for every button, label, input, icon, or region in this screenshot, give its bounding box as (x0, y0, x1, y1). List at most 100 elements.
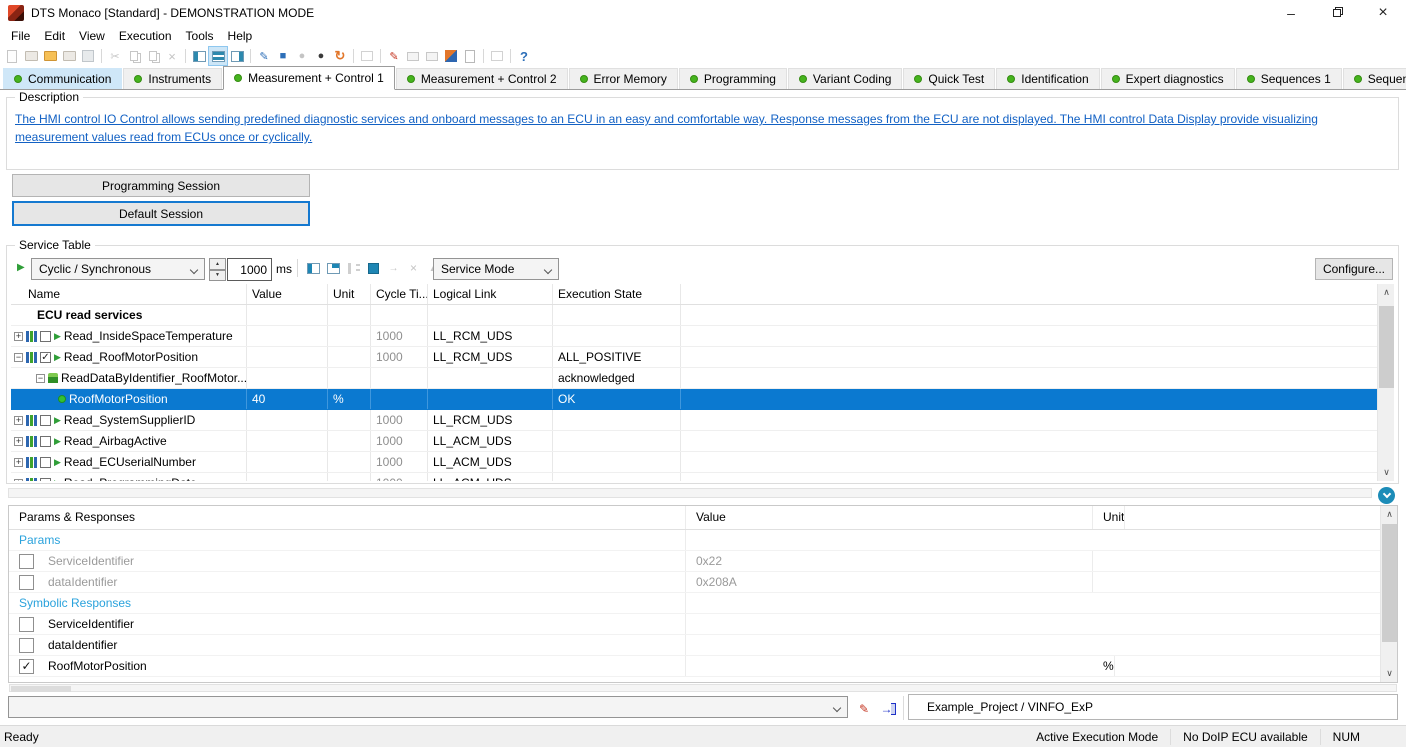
panel-top-icon[interactable] (325, 260, 342, 277)
param-checkbox[interactable] (19, 575, 34, 590)
delete-icon[interactable]: × (163, 47, 181, 65)
open-project-icon[interactable] (22, 47, 40, 65)
cycle-time-input[interactable] (227, 258, 272, 281)
expand-icon[interactable]: + (14, 437, 23, 446)
menu-help[interactable]: Help (221, 26, 260, 46)
tab-measurement-control-2[interactable]: Measurement + Control 2 (396, 68, 568, 89)
param-checkbox[interactable] (19, 554, 34, 569)
layout-rows-icon[interactable] (209, 47, 227, 65)
table-row[interactable]: − ReadDataByIdentifier_RoofMotor... ackn… (11, 368, 1377, 389)
row-checkbox[interactable] (40, 415, 51, 426)
response-row[interactable]: ServiceIdentifier (9, 614, 1397, 635)
tab-programming[interactable]: Programming (679, 68, 787, 89)
row-checkbox[interactable] (40, 331, 51, 342)
copy-icon[interactable] (125, 47, 143, 65)
menu-tools[interactable]: Tools (179, 26, 221, 46)
scroll-up-icon[interactable]: ∧ (1381, 506, 1398, 523)
param-row[interactable]: dataIdentifier 0x208A (9, 572, 1397, 593)
stepper-down-button[interactable]: ▼ (209, 270, 226, 282)
layout-left-icon[interactable] (190, 47, 208, 65)
table-scrollbar[interactable]: ∧ ∨ (1377, 284, 1394, 481)
open-workspace-icon[interactable] (41, 47, 59, 65)
marker-icon[interactable]: ✎ (385, 47, 403, 65)
scrollbar-thumb[interactable] (1379, 306, 1394, 388)
response-row[interactable]: dataIdentifier (9, 635, 1397, 656)
login-arrow-icon[interactable]: → (879, 700, 897, 718)
row-checkbox-checked[interactable]: ✓ (40, 352, 51, 363)
paste-icon[interactable] (144, 47, 162, 65)
expand-icon[interactable]: + (14, 332, 23, 341)
tab-sequences-2[interactable]: Sequences 2 (1343, 68, 1406, 89)
panel-left-icon[interactable] (305, 260, 322, 277)
tab-variant-coding[interactable]: Variant Coding (788, 68, 903, 89)
remote-monitor-icon[interactable] (404, 47, 422, 65)
expand-icon[interactable]: + (14, 458, 23, 467)
pause-icon[interactable]: ● (293, 47, 311, 65)
row-checkbox[interactable] (40, 457, 51, 468)
response-row[interactable]: ✓RoofMotorPosition % (9, 656, 1397, 677)
column-value[interactable]: Value (686, 506, 1093, 529)
column-execution-state[interactable]: Execution State (553, 284, 681, 304)
tab-measurement-control-1[interactable]: Measurement + Control 1 (223, 66, 395, 90)
table-row[interactable]: + ▶ Read_ECUserialNumber 1000 LL_ACM_UDS (11, 452, 1377, 473)
scroll-down-icon[interactable]: ∨ (1381, 665, 1398, 682)
close-button[interactable]: × (1360, 0, 1406, 26)
cycle-mode-select[interactable]: Cyclic / Synchronous (31, 258, 205, 280)
fill-square-icon[interactable] (365, 260, 382, 277)
return-icon[interactable]: → (385, 260, 402, 277)
service-mode-select[interactable]: Service Mode (433, 258, 559, 280)
expand-icon[interactable]: + (14, 479, 23, 482)
stop-icon[interactable]: ■ (274, 47, 292, 65)
screenshot-icon[interactable] (358, 47, 376, 65)
tab-error-memory[interactable]: Error Memory (569, 68, 678, 89)
column-name[interactable]: Name (11, 284, 247, 304)
scroll-up-icon[interactable]: ∧ (1378, 284, 1395, 301)
programming-session-button[interactable]: Programming Session (12, 174, 310, 197)
menu-edit[interactable]: Edit (37, 26, 72, 46)
start-diagnostics-icon[interactable]: ✎ (255, 47, 273, 65)
cut-icon[interactable]: ✂ (106, 47, 124, 65)
restore-button[interactable] (1314, 0, 1360, 26)
response-checkbox[interactable] (19, 638, 34, 653)
tab-communication[interactable]: Communication (3, 68, 122, 89)
command-select[interactable] (8, 696, 848, 718)
tab-expert-diagnostics[interactable]: Expert diagnostics (1101, 68, 1235, 89)
scroll-down-icon[interactable]: ∨ (1378, 464, 1395, 481)
column-params-responses[interactable]: Params & Responses (9, 506, 686, 529)
collapse-icon[interactable]: − (36, 374, 45, 383)
table-row[interactable]: + ▶ Read_ProgrammingDate 1000 LL_ACM_UDS (11, 473, 1377, 481)
send-pen-icon[interactable]: ✎ (855, 700, 873, 718)
tab-quick-test[interactable]: Quick Test (903, 68, 995, 89)
table-row[interactable]: + ▶ Read_AirbagActive 1000 LL_ACM_UDS (11, 431, 1377, 452)
help-icon[interactable]: ? (515, 47, 533, 65)
monitor-icon[interactable] (423, 47, 441, 65)
horizontal-scrollbar[interactable] (8, 488, 1372, 498)
open-folder-icon[interactable] (60, 47, 78, 65)
row-checkbox[interactable] (40, 478, 51, 482)
new-file-icon[interactable] (3, 47, 21, 65)
params-section-row[interactable]: Symbolic Responses (9, 593, 1397, 614)
params-section-row[interactable]: Params (9, 530, 1397, 551)
configure-button[interactable]: Configure... (1315, 258, 1393, 280)
column-value[interactable]: Value (247, 284, 328, 304)
params-scrollbar[interactable]: ∧ ∨ (1380, 506, 1397, 682)
response-checkbox[interactable] (19, 617, 34, 632)
table-row-selected[interactable]: RoofMotorPosition 40 % OK (11, 389, 1377, 410)
table-row[interactable]: + ▶ Read_SystemSupplierID 1000 LL_RCM_UD… (11, 410, 1377, 431)
expand-icon[interactable]: + (14, 416, 23, 425)
column-cycle-time[interactable]: Cycle Ti... (371, 284, 428, 304)
menu-view[interactable]: View (72, 26, 112, 46)
frame-icon[interactable] (488, 47, 506, 65)
report-icon[interactable] (461, 47, 479, 65)
refresh-icon[interactable]: ↻ (331, 47, 349, 65)
table-row[interactable]: + ▶ Read_InsideSpaceTemperature 1000 LL_… (11, 326, 1377, 347)
checklist-icon[interactable] (345, 260, 362, 277)
param-row[interactable]: ServiceIdentifier 0x22 (9, 551, 1397, 572)
tab-identification[interactable]: Identification (996, 68, 1099, 89)
menu-execution[interactable]: Execution (112, 26, 179, 46)
table-row[interactable]: − ✓ ▶ Read_RoofMotorPosition 1000 LL_RCM… (11, 347, 1377, 368)
layout-right-icon[interactable] (228, 47, 246, 65)
network-icon[interactable] (442, 47, 460, 65)
scrollbar-thumb[interactable] (1382, 524, 1397, 642)
tab-sequences-1[interactable]: Sequences 1 (1236, 68, 1342, 89)
